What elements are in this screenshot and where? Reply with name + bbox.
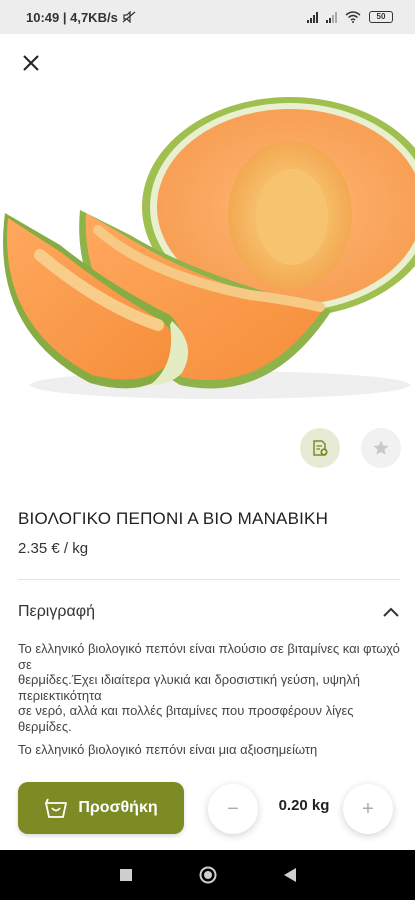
- mute-icon: [122, 11, 136, 23]
- recents-icon[interactable]: [119, 868, 133, 882]
- product-image: [3, 97, 415, 399]
- quantity-decrease-button[interactable]: −: [208, 784, 258, 834]
- favorite-button[interactable]: [361, 428, 401, 468]
- shopping-bag-icon: [45, 798, 68, 818]
- status-time: 10:49 | 4,7KB/s: [26, 9, 118, 25]
- product-title: ΒΙΟΛΟΓΙΚΟ ΠΕΠΟΝΙ Α ΒΙΟ ΜΑΝΑΒΙΚΗ: [18, 509, 329, 528]
- description-body: Το ελληνικό βιολογικό πεπόνι είναι πλούσ…: [18, 641, 403, 766]
- description-paragraph-2: Το ελληνικό βιολογικό πεπόνι είναι μια α…: [18, 742, 318, 757]
- status-right: 50: [307, 11, 393, 23]
- product-price: 2.35 € / kg: [18, 540, 89, 557]
- status-left: 10:49 | 4,7KB/s: [26, 10, 136, 25]
- wifi-icon: [345, 11, 361, 23]
- star-icon: [373, 440, 389, 455]
- description-paragraph-1: Το ελληνικό βιολογικό πεπόνι είναι πλούσ…: [18, 641, 400, 734]
- close-button[interactable]: [14, 46, 48, 80]
- home-icon[interactable]: [199, 866, 217, 884]
- back-icon[interactable]: [283, 867, 297, 883]
- battery-icon: 50: [369, 11, 393, 23]
- signal-icon: [307, 11, 318, 23]
- signal-icon-2: [326, 11, 337, 23]
- close-icon: [23, 55, 39, 71]
- chevron-up-icon: [383, 607, 399, 617]
- status-bar: 10:49 | 4,7KB/s 50: [0, 0, 415, 34]
- list-add-icon: [313, 440, 328, 456]
- quantity-value: 0.20 kg: [278, 797, 330, 814]
- description-title: Περιγραφή: [18, 603, 95, 620]
- quantity-increase-button[interactable]: +: [343, 784, 393, 834]
- system-nav-bar: [0, 850, 415, 900]
- add-to-list-button[interactable]: [300, 428, 340, 468]
- add-to-cart-button[interactable]: Προσθήκη: [18, 782, 184, 834]
- add-to-cart-label: Προσθήκη: [78, 799, 158, 816]
- divider: [18, 579, 400, 580]
- description-toggle[interactable]: Περιγραφή: [18, 598, 400, 626]
